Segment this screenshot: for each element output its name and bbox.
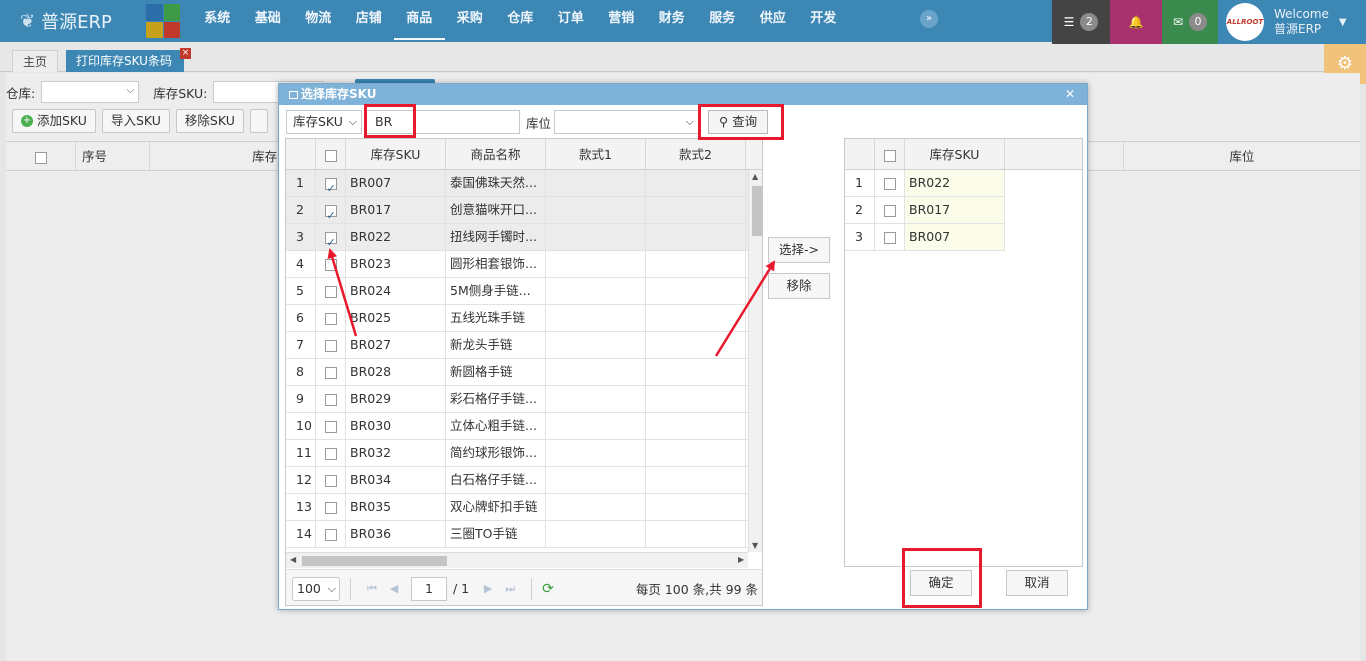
arrow-to-checkbox (327, 248, 358, 337)
annotation-arrows (327, 248, 776, 357)
arrow-to-select-button (714, 260, 776, 357)
